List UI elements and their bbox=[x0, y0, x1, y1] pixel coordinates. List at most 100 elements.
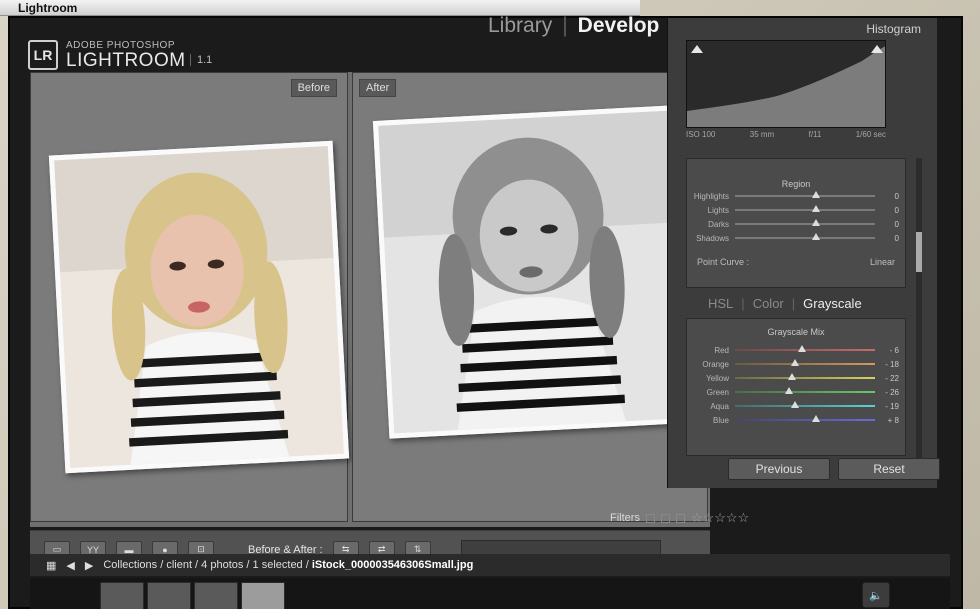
yellow-slider[interactable]: Yellow - 22 bbox=[687, 371, 905, 385]
slider-value: - 6 bbox=[889, 345, 899, 355]
tab-divider: | bbox=[791, 296, 796, 311]
filmstrip-navbar: ▦ ◀ ▶ Collections / client / 4 photos / … bbox=[30, 554, 950, 576]
star-filter-icon[interactable]: ☆☆☆☆☆ bbox=[691, 510, 749, 526]
develop-right-panel: Histogram ISO 100 35 mm f/11 1/60 sec Re… bbox=[667, 18, 940, 488]
aqua-slider[interactable]: Aqua - 19 bbox=[687, 399, 905, 413]
filmstrip-thumbnail[interactable] bbox=[241, 582, 285, 609]
slider-thumb[interactable] bbox=[785, 387, 794, 394]
tab-divider: | bbox=[741, 296, 745, 311]
filters-label: Filters bbox=[610, 512, 640, 524]
slider-thumb[interactable] bbox=[791, 401, 799, 408]
before-image bbox=[54, 146, 344, 468]
slider-label: Orange bbox=[702, 359, 729, 369]
forward-arrow-icon[interactable]: ▶ bbox=[85, 559, 93, 572]
after-photo[interactable] bbox=[372, 105, 690, 439]
slider-track[interactable] bbox=[735, 233, 875, 240]
slider-value: - 22 bbox=[885, 373, 899, 383]
histogram-graph bbox=[687, 45, 885, 127]
slider-thumb[interactable] bbox=[812, 191, 820, 198]
slider-thumb[interactable] bbox=[812, 219, 820, 226]
green-slider[interactable]: Green - 26 bbox=[687, 385, 905, 399]
slider-value: - 18 bbox=[885, 359, 899, 369]
shadows-slider[interactable]: Shadows 0 bbox=[687, 231, 905, 245]
red-slider[interactable]: Red - 6 bbox=[687, 343, 905, 357]
unflagged-filter-icon[interactable] bbox=[675, 513, 685, 523]
slider-thumb[interactable] bbox=[812, 205, 820, 212]
slider-thumb[interactable] bbox=[788, 373, 797, 380]
slider-thumb[interactable] bbox=[798, 345, 806, 352]
slider-track[interactable] bbox=[735, 345, 875, 352]
tab-color[interactable]: Color bbox=[753, 296, 784, 311]
after-image bbox=[378, 110, 684, 434]
back-arrow-icon[interactable]: ◀ bbox=[66, 559, 74, 572]
reset-button[interactable]: Reset bbox=[838, 458, 940, 480]
slider-value: 0 bbox=[894, 191, 899, 201]
after-pane: After bbox=[352, 72, 708, 522]
slider-track[interactable] bbox=[735, 205, 875, 212]
slider-value: - 26 bbox=[885, 387, 899, 397]
slider-track[interactable] bbox=[735, 219, 875, 226]
slider-thumb[interactable] bbox=[791, 359, 799, 366]
aperture-value: f/11 bbox=[808, 130, 822, 139]
histogram-title: Histogram bbox=[866, 22, 921, 36]
reject-filter-icon[interactable] bbox=[660, 513, 670, 523]
right-panel-scrollbar[interactable] bbox=[916, 158, 922, 458]
slider-label: Aqua bbox=[710, 401, 729, 411]
lightroom-logo-icon: LR bbox=[28, 40, 58, 70]
tone-curve-section: Region Highlights 0 Lights 0 Darks 0 Sha… bbox=[686, 158, 906, 288]
slider-thumb[interactable] bbox=[812, 415, 820, 422]
point-curve-value[interactable]: Linear bbox=[870, 257, 895, 267]
blue-slider[interactable]: Blue + 8 bbox=[687, 413, 905, 427]
breadcrumb: Collections / client / 4 photos / 1 sele… bbox=[103, 559, 473, 571]
slider-track[interactable] bbox=[735, 401, 875, 408]
slider-label: Lights bbox=[707, 205, 729, 215]
module-library[interactable]: Library bbox=[488, 14, 552, 38]
slider-track[interactable] bbox=[735, 415, 875, 422]
filters-bar: Filters ☆☆☆☆☆ bbox=[610, 510, 749, 526]
filmstrip-thumbnail[interactable] bbox=[194, 582, 238, 609]
region-title: Region bbox=[781, 179, 811, 189]
tab-hsl[interactable]: HSL bbox=[708, 296, 733, 311]
highlights-slider[interactable]: Highlights 0 bbox=[687, 189, 905, 203]
version-text: 1.1 bbox=[190, 54, 212, 66]
after-label: After bbox=[359, 79, 397, 97]
grayscale-mix-title: Grayscale Mix bbox=[767, 327, 825, 337]
iso-value: ISO 100 bbox=[686, 130, 716, 139]
slider-thumb[interactable] bbox=[812, 233, 820, 240]
module-develop[interactable]: Develop bbox=[578, 14, 660, 38]
slider-track[interactable] bbox=[735, 191, 875, 198]
orange-slider[interactable]: Orange - 18 bbox=[687, 357, 905, 371]
module-picker: Library | Develop bbox=[488, 14, 659, 38]
panel-buttons: Previous Reset bbox=[728, 458, 940, 480]
before-photo[interactable] bbox=[48, 140, 350, 474]
previous-button[interactable]: Previous bbox=[728, 458, 830, 480]
breadcrumb-filename[interactable]: iStock_000003546306Small.jpg bbox=[312, 559, 473, 571]
lights-slider[interactable]: Lights 0 bbox=[687, 203, 905, 217]
slider-label: Darks bbox=[708, 219, 729, 229]
slider-value: 0 bbox=[894, 219, 899, 229]
brand-main-text: LIGHTROOM bbox=[66, 50, 186, 71]
before-pane: Before bbox=[30, 72, 350, 522]
slider-track[interactable] bbox=[735, 387, 875, 394]
focal-length-value: 35 mm bbox=[749, 130, 775, 139]
speaker-icon[interactable]: 🔈 bbox=[862, 582, 890, 608]
filmstrip-thumbnail[interactable] bbox=[100, 582, 144, 609]
slider-track[interactable] bbox=[735, 359, 875, 366]
slider-label: Highlights bbox=[693, 191, 729, 201]
flag-filter-icon[interactable] bbox=[645, 513, 655, 523]
slider-track[interactable] bbox=[735, 373, 875, 380]
point-curve-row[interactable]: Point Curve : Linear bbox=[687, 257, 905, 267]
hsl-tabs: HSL | Color | Grayscale bbox=[708, 296, 908, 311]
slider-value: - 19 bbox=[885, 401, 899, 411]
scrollbar-thumb[interactable] bbox=[916, 232, 922, 272]
slider-label: Blue bbox=[712, 415, 729, 425]
point-curve-label: Point Curve : bbox=[697, 257, 750, 267]
app-menu[interactable]: Lightroom bbox=[18, 1, 77, 15]
tab-grayscale[interactable]: Grayscale bbox=[803, 296, 862, 311]
darks-slider[interactable]: Darks 0 bbox=[687, 217, 905, 231]
grayscale-mix-section: Grayscale Mix Red - 6 Orange - 18 Yellow… bbox=[686, 318, 906, 456]
grid-view-icon[interactable]: ▦ bbox=[46, 559, 56, 572]
histogram bbox=[686, 40, 886, 128]
before-label: Before bbox=[290, 79, 337, 97]
filmstrip-thumbnail[interactable] bbox=[147, 582, 191, 609]
